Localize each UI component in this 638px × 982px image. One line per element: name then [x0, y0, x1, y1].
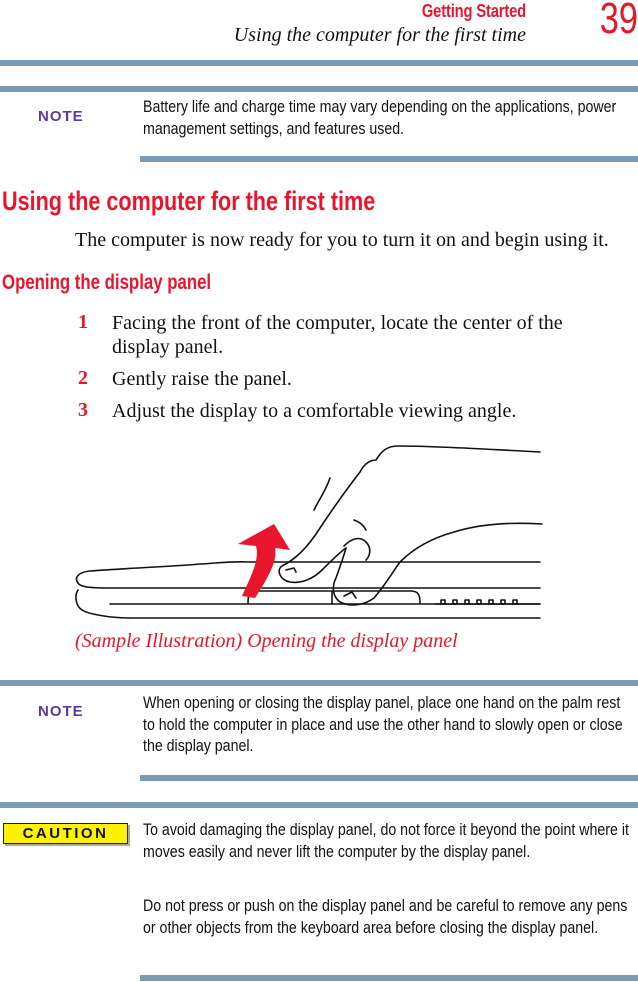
laptop-ports — [434, 599, 541, 605]
intro-paragraph: The computer is now ready for you to tur… — [75, 229, 609, 251]
step-text: Gently raise the panel. — [112, 368, 292, 390]
note-top-rule — [0, 86, 638, 92]
subsection-heading: Opening the display panel — [2, 271, 212, 294]
caution-badge: CAUTION — [3, 823, 128, 844]
figure-caption: (Sample Illustration) Opening the displa… — [75, 630, 458, 652]
header-rule — [0, 60, 638, 66]
section-heading: Using the computer for the first time — [2, 186, 376, 216]
laptop-opening-illustration — [75, 445, 543, 619]
step-number: 1 — [78, 311, 88, 333]
laptop-lid-edge — [77, 582, 541, 589]
note-label: NOTE — [38, 108, 84, 125]
header-section-title: Getting Started — [421, 1, 526, 21]
step-text: Facing the front of the computer, locate… — [112, 312, 563, 358]
caution-bottom-rule — [140, 975, 638, 981]
caution-text: To avoid damaging the display panel, do … — [143, 821, 629, 861]
note-bottom-rule — [140, 775, 638, 781]
header-chapter-title: Using the computer for the first time — [233, 24, 526, 46]
step-text: Adjust the display to a comfortable view… — [112, 400, 517, 422]
note-bottom-rule — [140, 156, 638, 162]
note-text: Battery life and charge time may vary de… — [143, 98, 617, 138]
note-label: NOTE — [38, 703, 84, 720]
caution-top-rule — [0, 802, 638, 808]
step-number: 2 — [78, 367, 88, 389]
caution-label: CAUTION — [22, 825, 109, 842]
page-number: 39 — [599, 0, 638, 43]
lift-arrow-icon — [238, 524, 290, 598]
note-top-rule — [0, 680, 638, 686]
note-text: When opening or closing the display pane… — [143, 694, 623, 755]
step-number: 3 — [78, 399, 88, 421]
caution-text: Do not press or push on the display pane… — [143, 897, 628, 937]
